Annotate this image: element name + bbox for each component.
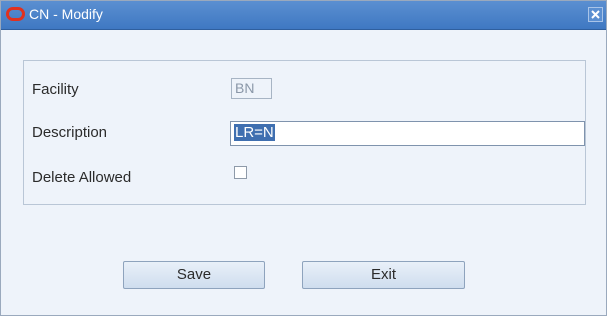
- window-title: CN - Modify: [29, 6, 103, 22]
- save-button[interactable]: Save: [123, 261, 265, 289]
- facility-field: BN: [231, 78, 272, 99]
- delete-allowed-label: Delete Allowed: [32, 169, 132, 186]
- description-label: Description: [32, 124, 108, 141]
- modify-dialog: CN - Modify Facility BN Description LR=N…: [0, 0, 607, 316]
- title-bar[interactable]: CN - Modify: [1, 1, 606, 30]
- oracle-logo-icon: [6, 7, 25, 21]
- description-input[interactable]: LR=N: [230, 121, 585, 146]
- description-value: LR=N: [234, 124, 275, 141]
- exit-button[interactable]: Exit: [302, 261, 465, 289]
- delete-allowed-checkbox[interactable]: [234, 166, 247, 179]
- close-icon: [591, 10, 600, 19]
- close-button[interactable]: [588, 7, 603, 22]
- facility-label: Facility: [32, 81, 79, 98]
